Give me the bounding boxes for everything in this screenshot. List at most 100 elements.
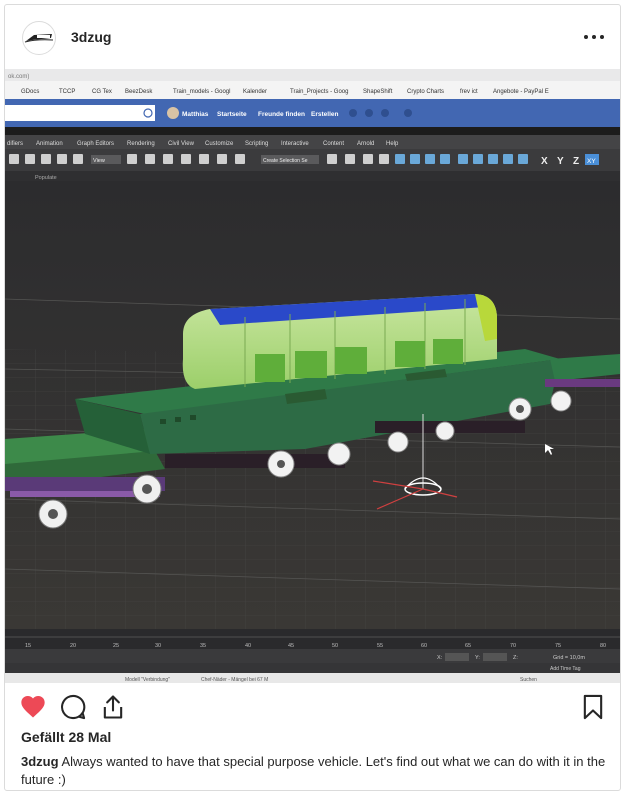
fb-nav-item[interactable]: Matthias <box>182 111 209 118</box>
share-icon[interactable] <box>99 693 127 721</box>
bookmark[interactable]: GDocs <box>21 89 39 95</box>
timeline-tick: 70 <box>510 643 516 649</box>
toolbar-button[interactable] <box>327 154 337 164</box>
help-icon[interactable] <box>404 109 412 117</box>
timeline-tick: 55 <box>377 643 383 649</box>
bookmark[interactable]: Angebote - PayPal E <box>493 89 549 95</box>
timeline-tick: 15 <box>25 643 31 649</box>
toolbar-button[interactable] <box>410 154 420 164</box>
axis-y-button[interactable]: Y <box>557 156 564 167</box>
coord-x-label: X: <box>437 655 443 661</box>
grid-label: Grid = 10,0m <box>553 655 585 661</box>
bookmark[interactable]: TCCP <box>59 89 75 95</box>
menu-item[interactable]: Graph Editors <box>77 141 114 147</box>
fb-nav-item[interactable]: Erstellen <box>311 111 338 118</box>
menu-item[interactable]: Customize <box>205 141 234 147</box>
messenger-icon[interactable] <box>365 109 373 117</box>
fb-nav-item[interactable]: Startseite <box>217 111 247 118</box>
logo-icon <box>24 34 54 43</box>
timeline-tick: 20 <box>70 643 76 649</box>
bookmark[interactable]: ShapeShift <box>363 89 393 95</box>
search-label[interactable]: Suchen <box>520 677 537 683</box>
bookmark[interactable]: BeezDesk <box>125 89 153 95</box>
avatar <box>167 107 179 119</box>
menu-item[interactable]: difiers <box>7 141 23 147</box>
taskbar-item: Modell "Verbindung" <box>125 677 170 683</box>
toolbar-button[interactable] <box>57 154 67 164</box>
toolbar-button[interactable] <box>395 154 405 164</box>
post-username[interactable]: 3dzug <box>71 29 111 45</box>
ribbon-label[interactable]: Populate <box>35 175 57 181</box>
heart-icon[interactable] <box>19 693 47 721</box>
toolbar-button[interactable] <box>127 154 137 164</box>
toolbar-button[interactable] <box>217 154 227 164</box>
coord-x-field[interactable] <box>445 653 469 661</box>
flatcar-right <box>545 354 620 387</box>
caption-username[interactable]: 3dzug <box>21 754 59 769</box>
bookmark[interactable]: Kalender <box>243 89 267 95</box>
menu-item[interactable]: Scripting <box>245 141 268 147</box>
taskbar-item: Chef-Näder - Mängel bei 67 M <box>201 677 268 683</box>
likes-count[interactable]: Gefällt 28 Mal <box>21 729 111 745</box>
bookmark[interactable]: frev ict <box>460 89 478 95</box>
instagram-post: 3dzug ok.com) GDocs TCCP CG Tex BeezDesk… <box>4 4 621 791</box>
timeline-tick: 50 <box>332 643 338 649</box>
comment-icon[interactable] <box>59 693 87 721</box>
action-bar <box>5 687 620 727</box>
bookmark[interactable]: CG Tex <box>92 89 112 95</box>
toolbar-button[interactable] <box>518 154 528 164</box>
menu-item[interactable]: Content <box>323 141 344 147</box>
toolbar-button[interactable] <box>503 154 513 164</box>
bookmark[interactable]: Train_models - Googl <box>173 89 230 95</box>
timeline-tick: 45 <box>288 643 294 649</box>
toolbar-button[interactable] <box>181 154 191 164</box>
toolbar-button[interactable] <box>199 154 209 164</box>
menu-item[interactable]: Arnold <box>357 141 374 147</box>
coord-y-field[interactable] <box>483 653 507 661</box>
timeline-tick: 65 <box>465 643 471 649</box>
timeline-tick: 35 <box>200 643 206 649</box>
axis-z-button[interactable]: Z <box>573 156 579 167</box>
toolbar-button[interactable] <box>425 154 435 164</box>
bookmark-icon[interactable] <box>579 693 607 721</box>
toolbar-button[interactable] <box>25 154 35 164</box>
toolbar-button[interactable] <box>9 154 19 164</box>
timeline-tick: 25 <box>113 643 119 649</box>
more-icon[interactable] <box>582 27 606 47</box>
notifications-icon[interactable] <box>381 109 389 117</box>
timeline-tick: 80 <box>600 643 606 649</box>
caption-text: Always wanted to have that special purpo… <box>21 754 606 787</box>
axis-x-button[interactable]: X <box>541 156 548 167</box>
timeline-tick: 40 <box>245 643 251 649</box>
toolbar-button[interactable] <box>145 154 155 164</box>
post-photo[interactable]: ok.com) GDocs TCCP CG Tex BeezDesk Train… <box>5 69 620 683</box>
menu-item[interactable]: Interactive <box>281 141 309 147</box>
add-time-tag[interactable]: Add Time Tag <box>550 666 581 672</box>
menu-item[interactable]: Help <box>386 141 399 147</box>
fb-nav-item[interactable]: Freunde finden <box>258 111 305 118</box>
toolbar-button[interactable] <box>363 154 373 164</box>
menu-item[interactable]: Rendering <box>127 141 155 147</box>
toolbar-button[interactable] <box>235 154 245 164</box>
post-caption: 3dzug Always wanted to have that special… <box>21 753 606 789</box>
bookmark[interactable]: Train_Projects - Goog <box>290 89 348 95</box>
toolbar-button[interactable] <box>440 154 450 164</box>
friends-icon[interactable] <box>349 109 357 117</box>
toolbar-button[interactable] <box>379 154 389 164</box>
timeline[interactable] <box>5 629 620 649</box>
axis-xy-label: XY <box>587 158 596 165</box>
coord-z-label: Z: <box>513 655 518 661</box>
toolbar-button[interactable] <box>163 154 173 164</box>
menu-item[interactable]: Animation <box>36 141 63 147</box>
timeline-tick: 30 <box>155 643 161 649</box>
bookmark[interactable]: Crypto Charts <box>407 89 444 95</box>
timeline-tick: 60 <box>421 643 427 649</box>
menu-item[interactable]: Civil View <box>168 141 195 147</box>
toolbar-button[interactable] <box>488 154 498 164</box>
toolbar-button[interactable] <box>458 154 468 164</box>
toolbar-button[interactable] <box>73 154 83 164</box>
toolbar-button[interactable] <box>473 154 483 164</box>
toolbar-button[interactable] <box>345 154 355 164</box>
toolbar-button[interactable] <box>41 154 51 164</box>
avatar[interactable] <box>22 21 56 55</box>
